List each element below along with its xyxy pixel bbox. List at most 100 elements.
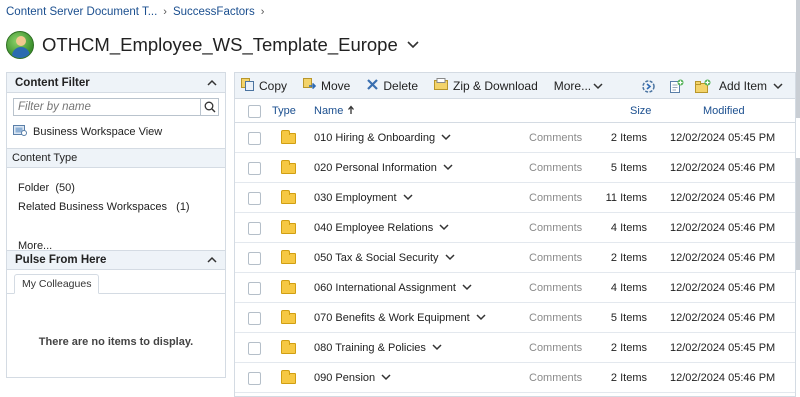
table-row[interactable]: 090 Pension Comments 2 Items 12/02/2024 05:… (235, 363, 795, 393)
add-document-icon[interactable] (669, 79, 684, 97)
column-name-label: Name (314, 105, 344, 117)
table-row[interactable]: 060 International Assignment Comments 4 It… (235, 273, 795, 303)
refresh-icon[interactable] (641, 79, 656, 97)
row-checkbox[interactable] (248, 153, 261, 183)
row-comments-link[interactable]: Comments (529, 363, 582, 393)
row-checkbox[interactable] (248, 123, 261, 153)
row-name-link[interactable]: 080 Training & Policies (314, 333, 442, 363)
row-name-link[interactable]: 070 Benefits & Work Equipment (314, 303, 486, 333)
content-type-count: (1) (176, 200, 190, 213)
row-comments-link[interactable]: Comments (529, 243, 582, 273)
content-type-related-workspaces[interactable]: Related Business Workspaces (1) (7, 197, 225, 216)
chevron-down-icon (773, 79, 783, 93)
row-menu-chevron-down-icon[interactable] (476, 312, 486, 324)
zip-download-button[interactable]: Zip & Download (434, 77, 538, 94)
workspace-view-icon (13, 124, 27, 139)
row-menu-chevron-down-icon[interactable] (443, 162, 453, 174)
table-body: 010 Hiring & Onboarding Comments 2 Items 12… (235, 123, 795, 393)
row-size: 2 Items (610, 132, 647, 144)
table-row[interactable]: 030 Employment Comments 11 Items 12/02/2024… (235, 183, 795, 213)
folder-icon (281, 153, 296, 183)
row-comments-link[interactable]: Comments (529, 183, 582, 213)
row-size: 2 Items (610, 372, 647, 384)
row-checkbox[interactable] (248, 243, 261, 273)
folder-icon (281, 333, 296, 363)
tab-my-colleagues[interactable]: My Colleagues (14, 274, 100, 294)
row-comments-link[interactable]: Comments (529, 303, 582, 333)
row-modified: 12/02/2024 05:46 PM (670, 192, 776, 204)
column-modified-header[interactable]: Modified (703, 99, 745, 123)
business-workspace-view-link[interactable]: Business Workspace View (7, 116, 225, 140)
table-row[interactable]: 080 Training & Policies Comments 2 Items 12… (235, 333, 795, 363)
row-menu-chevron-down-icon[interactable] (441, 132, 451, 144)
row-name-link[interactable]: 060 International Assignment (314, 273, 472, 303)
search-icon[interactable] (200, 99, 218, 115)
table-row[interactable]: 020 Personal Information Comments 5 Items 1… (235, 153, 795, 183)
table-row[interactable]: 050 Tax & Social Security Comments 2 Items… (235, 243, 795, 273)
row-checkbox[interactable] (248, 183, 261, 213)
content-type-label: Folder (18, 181, 50, 194)
move-icon (303, 77, 317, 94)
add-item-label: Add Item (718, 79, 767, 93)
select-all-checkbox[interactable] (248, 99, 261, 123)
row-name-link[interactable]: 050 Tax & Social Security (314, 243, 455, 273)
row-name-link[interactable]: 010 Hiring & Onboarding (314, 123, 451, 153)
folder-icon (281, 123, 296, 153)
row-name-link[interactable]: 040 Employee Relations (314, 213, 449, 243)
table-row[interactable]: 070 Benefits & Work Equipment Comments 5 I… (235, 303, 795, 333)
row-menu-chevron-down-icon[interactable] (403, 192, 413, 204)
row-comments-link[interactable]: Comments (529, 153, 582, 183)
row-comments-link[interactable]: Comments (529, 213, 582, 243)
row-size: 4 Items (610, 222, 647, 234)
column-size-header[interactable]: Size (630, 99, 651, 123)
table-row[interactable]: 010 Hiring & Onboarding Comments 2 Items 12… (235, 123, 795, 153)
row-checkbox[interactable] (248, 213, 261, 243)
row-menu-chevron-down-icon[interactable] (445, 252, 455, 264)
collapse-chevron-up-icon[interactable] (207, 254, 217, 266)
row-menu-chevron-down-icon[interactable] (439, 222, 449, 234)
table-row[interactable]: 040 Employee Relations Comments 4 Items 12/… (235, 213, 795, 243)
row-size: 2 Items (610, 252, 647, 264)
row-comments-link[interactable]: Comments (529, 333, 582, 363)
content-type-folder[interactable]: Folder (50) (7, 178, 225, 197)
row-menu-chevron-down-icon[interactable] (462, 282, 472, 294)
column-type-header[interactable]: Type (272, 99, 296, 123)
workspace-header: OTHCM_Employee_WS_Template_Europe (6, 28, 420, 62)
copy-button[interactable]: Copy (241, 77, 287, 94)
add-item-button[interactable]: Add Item (719, 73, 783, 99)
row-modified: 12/02/2024 05:46 PM (670, 252, 776, 264)
row-checkbox[interactable] (248, 333, 261, 363)
move-button[interactable]: Move (303, 77, 350, 94)
row-name-link[interactable]: 090 Pension (314, 363, 391, 393)
row-checkbox[interactable] (248, 273, 261, 303)
row-modified: 12/02/2024 05:46 PM (670, 282, 776, 294)
row-name: 060 International Assignment (314, 282, 456, 294)
breadcrumb-item-successfactors[interactable]: SuccessFactors (173, 6, 255, 18)
row-comments-link[interactable]: Comments (529, 123, 582, 153)
page-scrollbar[interactable] (796, 0, 800, 397)
left-sidebar: Content Filter Business Workspace View C… (6, 72, 226, 378)
more-actions-button[interactable]: More... (554, 79, 603, 93)
sort-ascending-icon (347, 104, 355, 118)
row-menu-chevron-down-icon[interactable] (432, 342, 442, 354)
folder-icon (281, 273, 296, 303)
row-menu-chevron-down-icon[interactable] (381, 372, 391, 384)
filter-by-name-input[interactable] (14, 99, 200, 115)
delete-button[interactable]: Delete (366, 78, 418, 94)
content-filter-title: Content Filter (15, 76, 90, 89)
row-name-link[interactable]: 020 Personal Information (314, 153, 453, 183)
zip-download-label: Zip & Download (453, 78, 538, 93)
business-workspace-view-label: Business Workspace View (33, 125, 163, 138)
copy-icon (241, 77, 255, 94)
row-checkbox[interactable] (248, 303, 261, 333)
row-name-link[interactable]: 030 Employment (314, 183, 413, 213)
row-name: 010 Hiring & Onboarding (314, 132, 436, 144)
row-size: 11 Items (605, 192, 647, 204)
collapse-chevron-up-icon[interactable] (207, 77, 217, 89)
column-name-header[interactable]: Name (314, 99, 355, 123)
row-checkbox[interactable] (248, 363, 261, 393)
title-chevron-down-icon[interactable] (406, 38, 420, 52)
row-comments-link[interactable]: Comments (529, 273, 582, 303)
add-folder-icon[interactable] (695, 79, 711, 97)
breadcrumb-item-document-templates[interactable]: Content Server Document T... (6, 6, 157, 18)
